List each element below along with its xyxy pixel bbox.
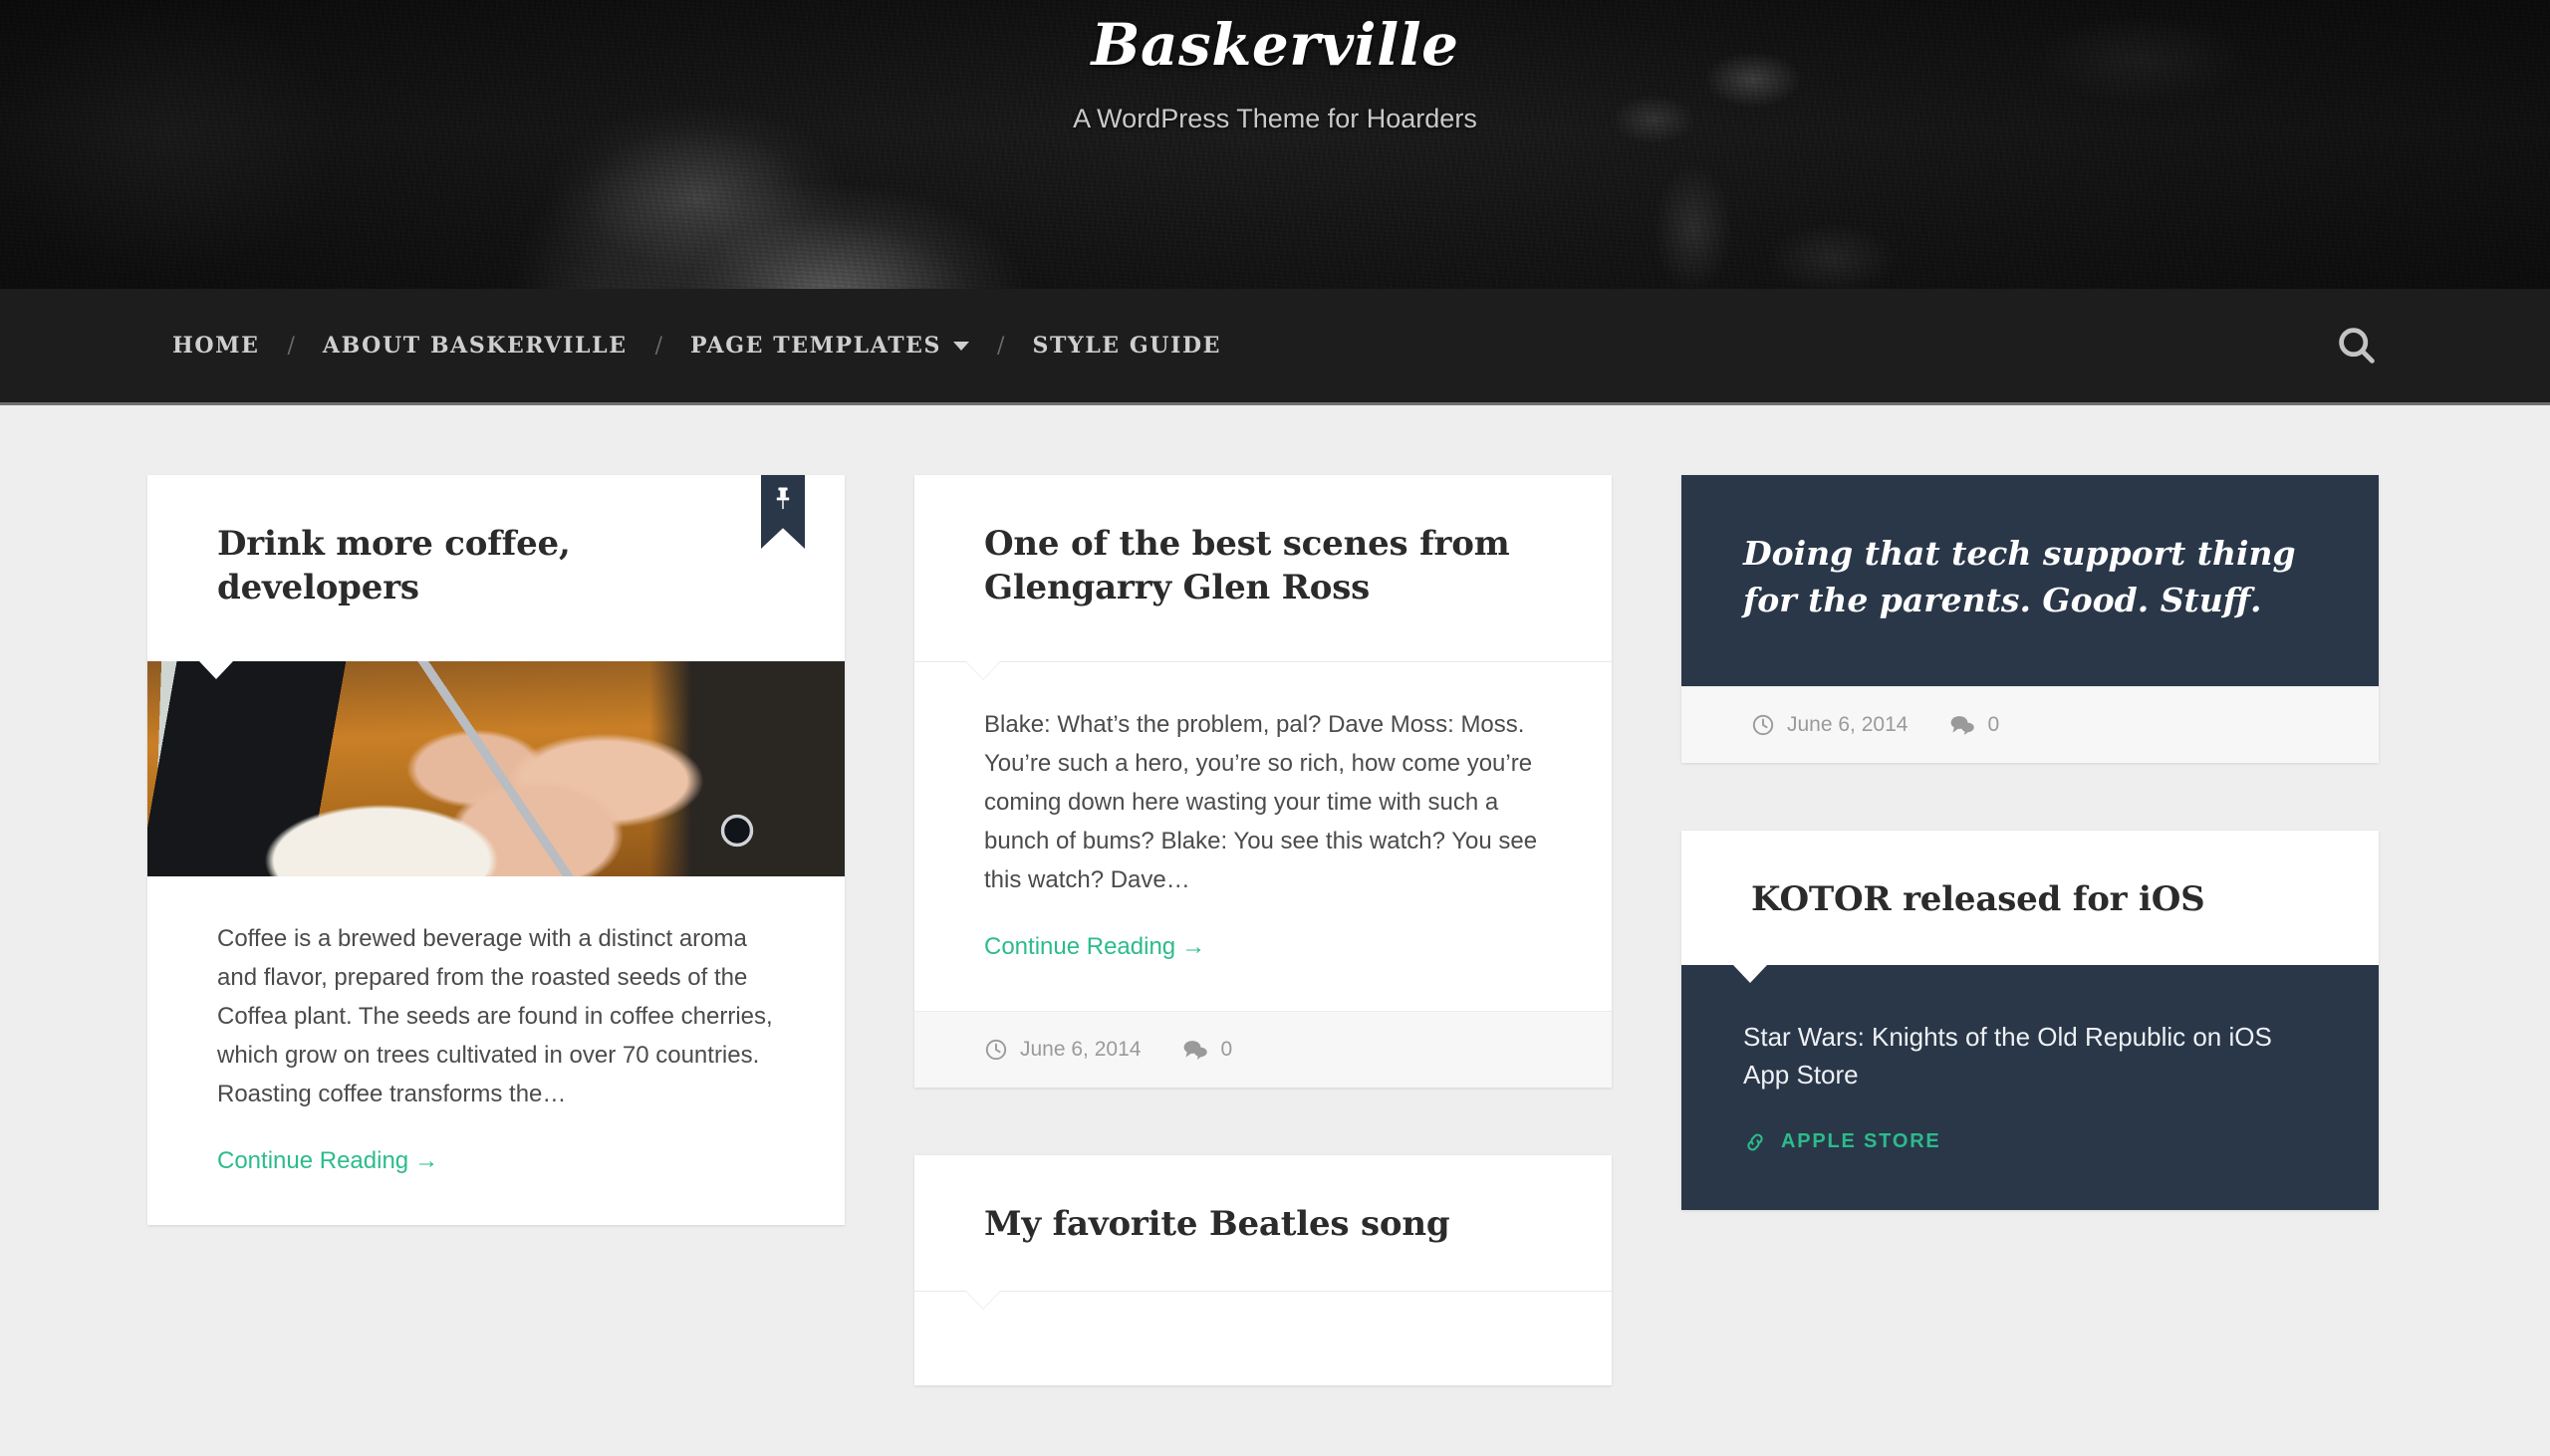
chevron-down-icon <box>953 341 970 351</box>
search-toggle-button[interactable] <box>2335 324 2379 367</box>
post-title-kotor[interactable]: KOTOR released for iOS <box>1751 878 2309 922</box>
desk-photo <box>147 661 845 877</box>
site-description: A WordPress Theme for Hoarders <box>1073 103 1477 133</box>
card-notch-divider <box>914 661 1612 663</box>
post-comment-count-label: 0 <box>1220 1038 1233 1062</box>
post-date-label: June 6, 2014 <box>1020 1038 1142 1062</box>
grid-column-1: Drink more coffee, developers Coffee is … <box>147 475 845 1293</box>
nav-item-page-templates: PAGE TEMPLATES / <box>690 333 1032 359</box>
search-icon <box>2335 324 2379 367</box>
link-source-kotor[interactable]: APPLE STORE <box>1743 1130 2317 1154</box>
site-header: Baskerville A WordPress Theme for Hoarde… <box>0 0 2550 289</box>
post-card-kotor[interactable]: KOTOR released for iOS Star Wars: Knight… <box>1681 830 2379 1210</box>
nav-list: HOME / ABOUT BASKERVILLE / PAGE TEMPLATE… <box>172 333 1221 359</box>
nav-separator: / <box>287 333 295 359</box>
link-body-kotor: Star Wars: Knights of the Old Republic o… <box>1681 965 2379 1210</box>
sticky-post-ribbon <box>761 475 805 549</box>
post-title-beatles[interactable]: My favorite Beatles song <box>984 1203 1542 1247</box>
continue-reading-label: Continue Reading <box>217 1147 409 1175</box>
nav-item-home: HOME / <box>172 333 323 359</box>
arrow-right-icon: → <box>414 1147 439 1175</box>
post-comment-count[interactable]: 0 <box>1949 713 1999 737</box>
post-meta-glengarry: June 6, 2014 0 <box>914 1011 1612 1089</box>
nav-item-about-baskerville: ABOUT BASKERVILLE / <box>323 333 690 359</box>
arrow-right-icon: → <box>1181 933 1206 961</box>
clock-icon <box>1751 713 1775 737</box>
grid-column-3: Doing that tech support thing for the pa… <box>1681 475 2379 1278</box>
post-card-coffee[interactable]: Drink more coffee, developers Coffee is … <box>147 475 845 1226</box>
link-source-label: APPLE STORE <box>1781 1130 1941 1153</box>
pushpin-icon <box>772 486 794 512</box>
grid-column-2: One of the best scenes from Glengarry Gl… <box>914 475 1612 1453</box>
link-description-kotor: Star Wars: Knights of the Old Republic o… <box>1743 1022 2272 1090</box>
continue-reading-link-glengarry[interactable]: Continue Reading → <box>984 933 1205 961</box>
post-excerpt-glengarry: Blake: What’s the problem, pal? Dave Mos… <box>984 711 1538 893</box>
post-card-glengarry[interactable]: One of the best scenes from Glengarry Gl… <box>914 475 1612 1089</box>
nav-link-style-guide[interactable]: STYLE GUIDE <box>1032 333 1221 359</box>
comment-bubble-icon <box>1949 713 1975 737</box>
post-header-beatles: My favorite Beatles song <box>914 1155 1612 1291</box>
post-body-glengarry: Blake: What’s the problem, pal? Dave Mos… <box>914 662 1612 1011</box>
post-grid: Drink more coffee, developers Coffee is … <box>147 475 2403 1453</box>
comment-bubble-icon <box>1182 1038 1208 1062</box>
main-content: Drink more coffee, developers Coffee is … <box>0 405 2550 1453</box>
post-meta-quote: June 6, 2014 0 <box>1681 685 2379 763</box>
nav-link-about-baskerville[interactable]: ABOUT BASKERVILLE <box>323 333 628 359</box>
nav-link-home[interactable]: HOME <box>172 333 259 359</box>
continue-reading-label: Continue Reading <box>984 933 1176 961</box>
post-card-beatles[interactable]: My favorite Beatles song <box>914 1155 1612 1385</box>
link-chain-icon <box>1743 1130 1767 1154</box>
post-date[interactable]: June 6, 2014 <box>1751 713 1908 737</box>
nav-link-page-templates-label: PAGE TEMPLATES <box>690 333 942 359</box>
continue-reading-link-coffee[interactable]: Continue Reading → <box>217 1147 438 1175</box>
nav-separator: / <box>997 333 1005 359</box>
nav-item-style-guide: STYLE GUIDE <box>1032 333 1221 359</box>
post-card-quote[interactable]: Doing that tech support thing for the pa… <box>1681 475 2379 763</box>
post-body-beatles <box>914 1292 1612 1385</box>
post-header-coffee: Drink more coffee, developers <box>147 475 845 661</box>
post-header-glengarry: One of the best scenes from Glengarry Gl… <box>914 475 1612 661</box>
site-title[interactable]: Baskerville <box>0 13 2550 78</box>
post-comment-count-label: 0 <box>1987 712 2000 736</box>
primary-navigation: HOME / ABOUT BASKERVILLE / PAGE TEMPLATE… <box>0 289 2550 405</box>
quote-text: Doing that tech support thing for the pa… <box>1743 534 2296 619</box>
clock-icon <box>984 1038 1008 1062</box>
card-notch-divider <box>914 1290 1612 1292</box>
post-date-label: June 6, 2014 <box>1787 712 1909 736</box>
nav-link-page-templates[interactable]: PAGE TEMPLATES <box>690 333 970 359</box>
post-featured-image-coffee[interactable] <box>147 661 845 877</box>
post-title-coffee[interactable]: Drink more coffee, developers <box>217 523 775 609</box>
nav-separator: / <box>654 333 662 359</box>
post-body-coffee: Coffee is a brewed beverage with a disti… <box>147 876 845 1225</box>
post-excerpt-coffee: Coffee is a brewed beverage with a disti… <box>217 925 773 1107</box>
post-comment-count[interactable]: 0 <box>1182 1038 1232 1062</box>
quote-body: Doing that tech support thing for the pa… <box>1681 475 2379 686</box>
post-header-kotor: KOTOR released for iOS <box>1681 831 2379 966</box>
post-title-glengarry[interactable]: One of the best scenes from Glengarry Gl… <box>984 523 1542 609</box>
post-date[interactable]: June 6, 2014 <box>984 1038 1141 1062</box>
